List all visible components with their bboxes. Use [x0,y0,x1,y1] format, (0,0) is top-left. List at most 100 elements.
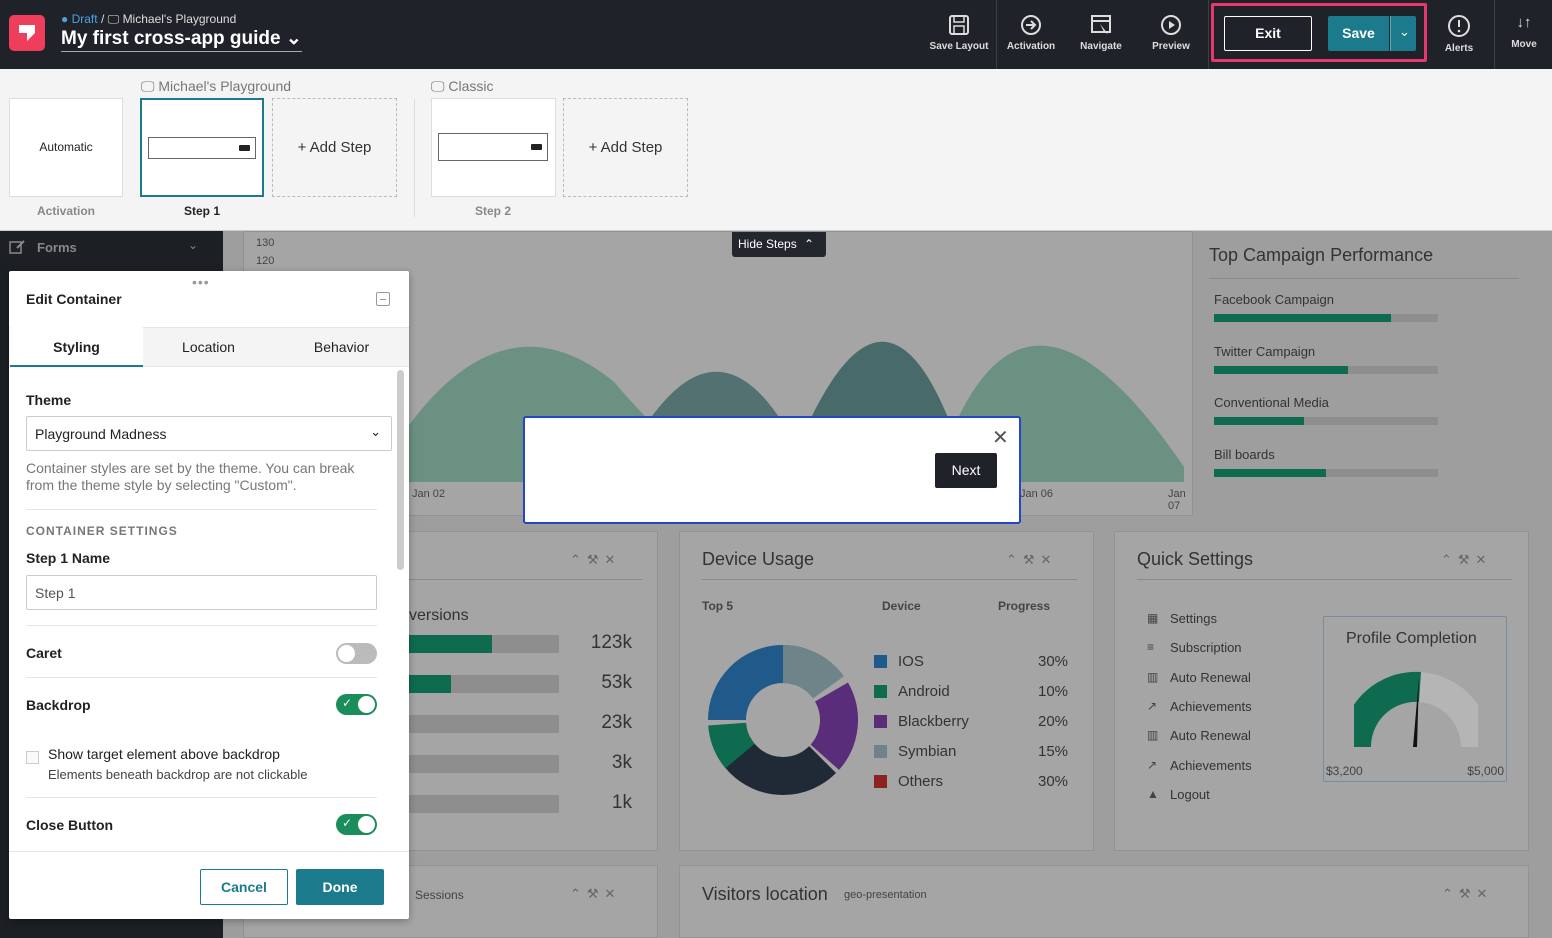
play-icon [1161,15,1181,35]
profile-min: $3,200 [1326,764,1363,778]
calendar-icon: ▦ [1147,611,1159,625]
backdrop-toggle[interactable]: ✓ [336,694,377,715]
alerts-button[interactable]: Alerts [1424,14,1494,54]
activation-icon [1021,15,1041,35]
show-target-help: Elements beneath backdrop are not clicka… [48,767,308,782]
navigate-button[interactable]: Navigate [1066,14,1136,52]
campaign-panel: Top Campaign Performance Facebook Campai… [1200,231,1552,516]
move-button[interactable]: ↓↑ Move [1496,14,1552,50]
tab-location[interactable]: Location [142,327,275,367]
hide-steps-button[interactable]: Hide Steps ⌃ [732,232,826,257]
bar-chart-icon: ▥ [1147,669,1159,684]
monitor-icon: 🖵 [431,78,445,94]
tab-behavior[interactable]: Behavior [275,327,408,367]
tab-styling[interactable]: Styling [10,327,143,367]
add-step-button[interactable]: + Add Step [272,98,397,197]
list-icon: ≡ [1147,640,1155,655]
profile-completion-card: Profile Completion $3,200 $5,000 [1323,616,1507,782]
cancel-button[interactable]: Cancel [200,869,288,905]
sessions-label: Sessions [415,888,464,902]
guide-title[interactable]: My first cross-app guide ⌄ [61,27,302,52]
quick-setting-item[interactable]: Subscription [1170,640,1242,655]
step-1-card[interactable] [140,98,264,197]
section-header: CONTAINER SETTINGS [26,524,178,538]
x-tick: Jan 06 [1020,488,1054,500]
campaign-bar [1214,417,1438,425]
line-chart-icon: ↗ [1147,757,1158,772]
device-pct: 15% [1038,743,1069,760]
show-target-checkbox[interactable] [26,751,39,764]
done-button[interactable]: Done [296,869,384,905]
breadcrumb: ● Draft / 🖵 Michael's Playground [61,12,237,26]
device-pct: 30% [1038,653,1069,670]
device-pct: 10% [1038,683,1069,700]
monitor-icon: 🖵 [107,12,120,26]
theme-select[interactable]: Playground Madness ⌄ [26,416,392,451]
close-icon[interactable]: ✕ [992,425,1009,450]
theme-label: Theme [26,392,72,408]
panel-controls-icon[interactable]: ⌃⚒✕ [1441,552,1492,568]
app-logo-icon[interactable] [9,15,45,51]
step-group-label: 🖵 Michael's Playground [141,78,292,94]
quick-setting-item[interactable]: Achievements [1170,758,1252,773]
x-tick: Jan 07 [1168,488,1186,512]
scrollbar[interactable] [397,370,404,570]
panel-title: Edit Container [26,291,122,307]
conversions-label: versions [409,607,469,624]
chevron-up-icon: ⌃ [804,237,815,251]
campaign-name: Conventional Media [1214,395,1329,410]
check-icon: ✓ [342,816,353,830]
breadcrumb-separator: / [100,12,105,26]
save-layout-button[interactable]: Save Layout [924,14,994,52]
add-step-button[interactable]: + Add Step [563,98,688,197]
activation-button[interactable]: Activation [996,14,1066,52]
device-col-header: Top 5 [702,599,734,613]
step-name-input[interactable]: Step 1 [26,575,377,610]
conversion-value: 123k [590,632,632,653]
step-2-card[interactable] [431,98,556,197]
conversion-value: 3k [611,752,632,773]
legend-swatch [874,745,887,758]
quick-setting-item[interactable]: Logout [1170,787,1210,802]
conversion-bar [409,635,559,653]
quick-setting-item[interactable]: Achievements [1170,699,1252,714]
line-chart-icon: ↗ [1147,698,1158,713]
device-col-header: Device [882,599,921,613]
next-button[interactable]: Next [935,453,997,488]
caret-toggle[interactable] [336,643,377,664]
legend-swatch [874,655,887,668]
conversion-value: 23k [601,712,632,733]
step-2-caption: Step 2 [474,204,511,218]
quick-settings-title: Quick Settings [1137,549,1254,569]
panel-controls-icon[interactable]: ⌃⚒✕ [570,886,621,902]
panel-controls-icon[interactable]: ⌃⚒✕ [1006,552,1057,568]
alert-icon [1448,15,1470,37]
save-layout-icon [949,15,969,35]
step-name-label: Step 1 Name [26,550,111,566]
chevron-down-icon: ⌄ [285,28,302,49]
collapse-icon[interactable] [376,292,390,306]
area-chart-icon: ▲ [1147,786,1159,801]
preview-button[interactable]: Preview [1136,14,1206,52]
steps-panel: 🖵 Michael's Playground 🖵 Classic Automat… [0,69,1552,231]
campaign-bar [1214,314,1438,322]
quick-setting-item[interactable]: Settings [1170,611,1217,626]
sidebar-item-forms[interactable]: Forms [37,240,77,255]
move-arrows-icon: ↓↑ [1516,14,1532,31]
step-1-caption: Step 1 [183,204,220,218]
activation-card[interactable]: Automatic [9,98,123,197]
conversion-bar [409,795,559,813]
minimize-icon [239,145,250,151]
show-target-label: Show target element above backdrop [48,746,280,762]
minimize-icon [531,144,542,150]
close-button-toggle[interactable]: ✓ [336,814,377,835]
panel-controls-icon[interactable]: ⌃⚒✕ [570,552,621,568]
panel-controls-icon[interactable]: ⌃⚒✕ [1442,886,1493,902]
drag-handle-icon[interactable]: ••• [192,274,210,290]
guide-editor-topbar: ● Draft / 🖵 Michael's Playground My firs… [0,0,1552,69]
device-col-header: Progress [998,599,1051,613]
quick-setting-item[interactable]: Auto Renewal [1170,670,1251,685]
campaign-name: Twitter Campaign [1214,343,1316,359]
campaign-name: Bill boards [1214,446,1275,462]
quick-setting-item[interactable]: Auto Renewal [1170,728,1251,743]
